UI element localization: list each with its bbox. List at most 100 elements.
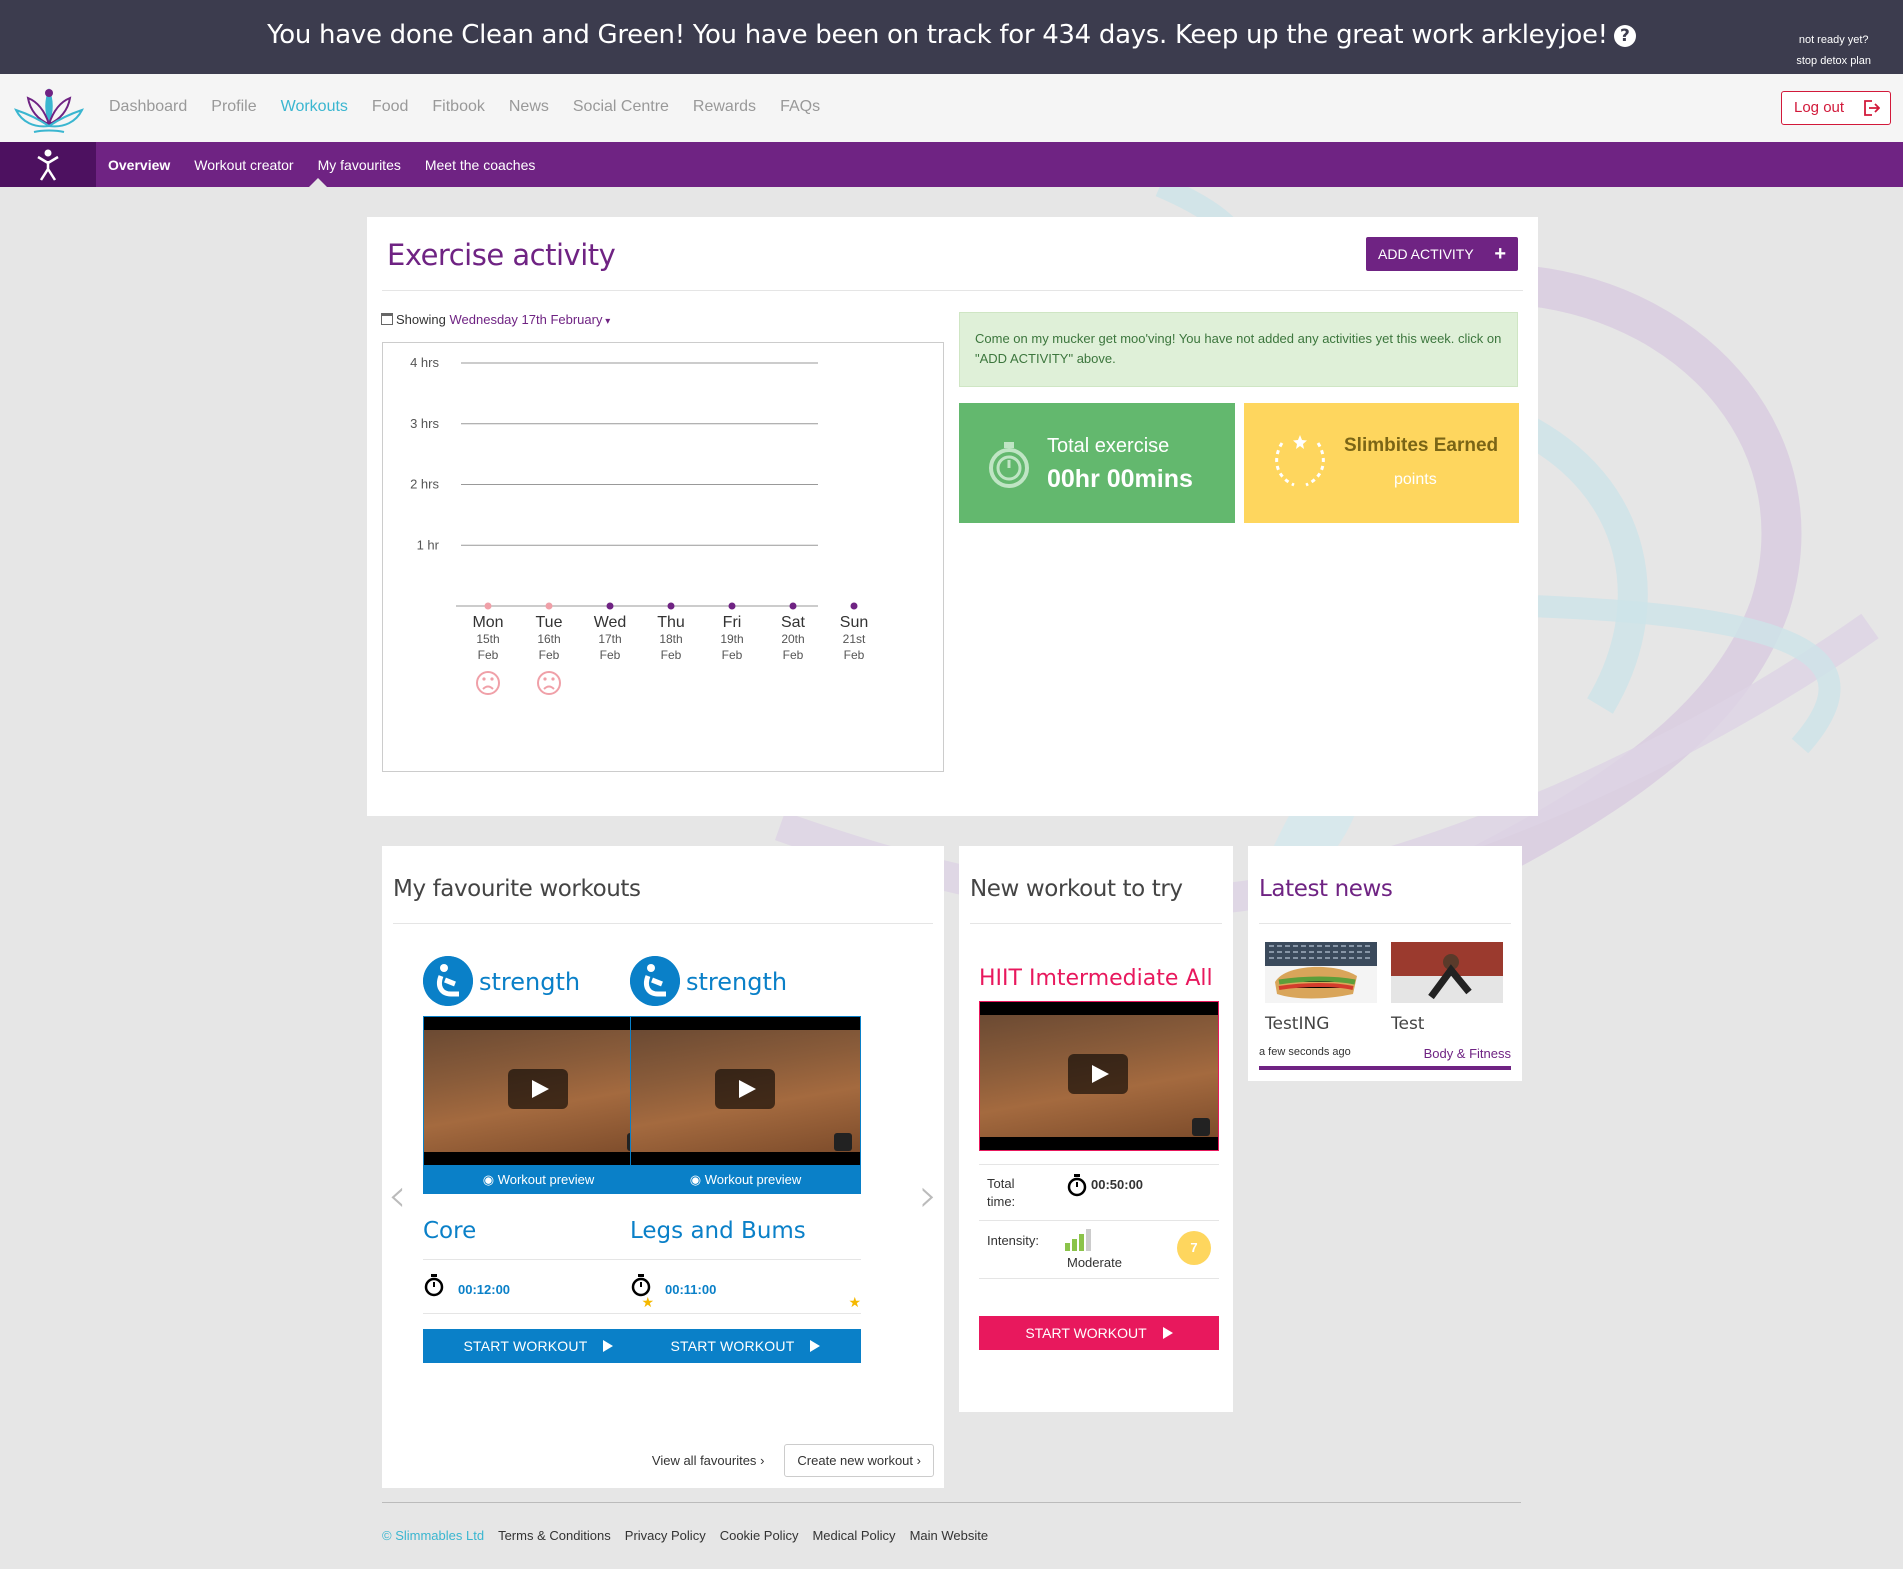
x-tick-date: 20th bbox=[781, 632, 804, 646]
latest-news-title: Latest news bbox=[1259, 876, 1393, 902]
news-underline bbox=[1259, 1066, 1511, 1070]
footer-link-terms-conditions[interactable]: Terms & Conditions bbox=[498, 1528, 611, 1543]
preview-label: Workout preview bbox=[704, 1172, 802, 1187]
total-exercise-tile: Total exercise 00hr 00mins bbox=[959, 403, 1235, 523]
news-item-title[interactable]: Test bbox=[1391, 1014, 1424, 1034]
x-tick-day: Mon bbox=[472, 614, 503, 631]
play-icon[interactable] bbox=[715, 1069, 775, 1109]
news-timestamp: a few seconds ago bbox=[1259, 1046, 1351, 1058]
active-tab-caret bbox=[309, 178, 327, 187]
x-tick-date: 17th bbox=[598, 632, 621, 646]
y-tick-label: 2 hrs bbox=[410, 477, 439, 492]
start-workout-button[interactable]: START WORKOUT bbox=[423, 1329, 654, 1363]
news-item-title[interactable]: TestING bbox=[1265, 1014, 1329, 1034]
strength-category-icon bbox=[630, 956, 680, 1006]
view-all-label: View all favourites bbox=[651, 1453, 757, 1468]
sad-face-icon bbox=[476, 671, 500, 695]
play-icon[interactable] bbox=[508, 1069, 568, 1109]
view-all-favourites-link[interactable]: View all favourites › bbox=[652, 1453, 765, 1468]
divider bbox=[1259, 923, 1511, 924]
logout-button[interactable]: Log out bbox=[1781, 91, 1891, 125]
slimmables-lotus-logo[interactable] bbox=[14, 80, 84, 138]
main-navigation: Dashboard Profile Workouts Food Fitbook News S… bbox=[0, 74, 1903, 142]
stopwatch-icon bbox=[631, 1274, 651, 1297]
chevron-right-icon: › bbox=[916, 1453, 921, 1468]
favourites-footer-links: View all favourites › Create new workout… bbox=[652, 1444, 934, 1477]
workout-preview-button[interactable]: ◉ Workout preview bbox=[630, 1166, 861, 1194]
data-point[interactable] bbox=[728, 602, 736, 610]
news-category-link[interactable]: Body & Fitness bbox=[1424, 1046, 1511, 1061]
intensity-bars-icon bbox=[1065, 1229, 1091, 1251]
data-point[interactable] bbox=[789, 602, 797, 610]
x-tick-month: Feb bbox=[783, 648, 804, 662]
subnav-item-meet-the-coaches[interactable]: Meet the coaches bbox=[425, 157, 536, 173]
nav-item-faqs[interactable]: FAQs bbox=[780, 98, 820, 116]
new-workout-video[interactable] bbox=[979, 1001, 1219, 1151]
data-point[interactable] bbox=[606, 602, 614, 610]
add-activity-button[interactable]: ADD ACTIVITY + bbox=[1366, 237, 1518, 271]
x-tick-date: 21st bbox=[843, 632, 866, 646]
fullscreen-icon[interactable] bbox=[834, 1133, 852, 1151]
divider bbox=[393, 923, 933, 924]
question-circle-icon[interactable]: ? bbox=[1613, 25, 1636, 47]
subnav-item-my-favourites[interactable]: My favourites bbox=[318, 157, 401, 173]
nav-item-workouts[interactable]: Workouts bbox=[281, 98, 348, 116]
workout-video[interactable] bbox=[630, 1016, 861, 1166]
new-workout-name[interactable]: HIIT Imtermediate All bbox=[979, 966, 1213, 991]
x-tick-day: Sat bbox=[781, 614, 806, 631]
exercise-chart-svg: 1 hr 2 hrs 3 hrs 4 hrs Mon15th Feb Tue16th Feb W… bbox=[410, 355, 868, 695]
nav-item-news[interactable]: News bbox=[509, 98, 549, 116]
footer-link-privacy-policy[interactable]: Privacy Policy bbox=[625, 1528, 706, 1543]
x-tick-day: Tue bbox=[536, 614, 563, 631]
y-tick-label: 1 hr bbox=[417, 537, 440, 552]
start-label: START WORKOUT bbox=[1025, 1325, 1147, 1341]
data-point[interactable] bbox=[484, 602, 492, 610]
divider bbox=[979, 1278, 1219, 1279]
data-point[interactable] bbox=[545, 602, 553, 610]
fullscreen-icon[interactable] bbox=[1192, 1118, 1210, 1136]
play-icon[interactable] bbox=[1068, 1054, 1128, 1094]
workout-name[interactable]: Legs and Bums bbox=[630, 1218, 806, 1244]
footer-link-main-website[interactable]: Main Website bbox=[910, 1528, 989, 1543]
workout-category: strength bbox=[630, 956, 861, 1006]
x-tick-date: 15th bbox=[476, 632, 499, 646]
create-new-workout-button[interactable]: Create new workout › bbox=[784, 1444, 934, 1477]
workout-name[interactable]: Core bbox=[423, 1218, 476, 1244]
nav-item-food[interactable]: Food bbox=[372, 98, 408, 116]
nav-item-profile[interactable]: Profile bbox=[211, 98, 256, 116]
start-workout-button[interactable]: START WORKOUT bbox=[630, 1329, 861, 1363]
create-workout-label: Create new workout bbox=[797, 1453, 914, 1468]
carousel-next-arrow[interactable]: › bbox=[919, 1168, 937, 1222]
nav-item-dashboard[interactable]: Dashboard bbox=[109, 98, 187, 116]
exercise-activity-panel: Exercise activity ADD ACTIVITY + Showing… bbox=[367, 217, 1538, 816]
start-label: START WORKOUT bbox=[463, 1338, 588, 1354]
stop-detox-link[interactable]: not ready yet? stop detox plan bbox=[1796, 30, 1871, 72]
footer-link-cookie-policy[interactable]: Cookie Policy bbox=[720, 1528, 799, 1543]
start-new-workout-button[interactable]: START WORKOUT bbox=[979, 1316, 1219, 1350]
workout-preview-button[interactable]: ◉ Workout preview bbox=[423, 1166, 654, 1194]
nav-item-rewards[interactable]: Rewards bbox=[693, 98, 756, 116]
subnav-item-overview[interactable]: Overview bbox=[108, 157, 170, 173]
showing-date[interactable]: Wednesday 17th February bbox=[450, 312, 603, 327]
x-tick-month: Feb bbox=[661, 648, 682, 662]
not-ready-text: not ready yet? bbox=[1798, 34, 1869, 46]
favourite-star-icon[interactable]: ★ bbox=[848, 1294, 861, 1311]
data-point[interactable] bbox=[667, 602, 675, 610]
subnav-item-workout-creator[interactable]: Workout creator bbox=[194, 157, 293, 173]
category-label: strength bbox=[686, 968, 788, 996]
detox-banner: You have done Clean and Green! You have … bbox=[0, 0, 1903, 74]
nav-item-social-centre[interactable]: Social Centre bbox=[573, 98, 669, 116]
logout-label: Log out bbox=[1794, 99, 1845, 116]
stop-detox-text[interactable]: stop detox plan bbox=[1796, 51, 1871, 72]
workout-video[interactable] bbox=[423, 1016, 654, 1166]
start-label: START WORKOUT bbox=[670, 1338, 795, 1354]
carousel-prev-arrow[interactable]: ‹ bbox=[388, 1168, 406, 1222]
data-point[interactable] bbox=[850, 602, 858, 610]
add-activity-label: ADD ACTIVITY bbox=[1378, 246, 1474, 262]
x-tick-date: 19th bbox=[720, 632, 743, 646]
showing-label: Showing bbox=[396, 312, 446, 327]
footer-link-medical-policy[interactable]: Medical Policy bbox=[812, 1528, 895, 1543]
latest-news-panel: Latest news TestING Test a few seconds a… bbox=[1248, 846, 1522, 1081]
date-selector[interactable]: Showing Wednesday 17th February ▾ bbox=[381, 312, 610, 327]
nav-item-fitbook[interactable]: Fitbook bbox=[432, 98, 484, 116]
